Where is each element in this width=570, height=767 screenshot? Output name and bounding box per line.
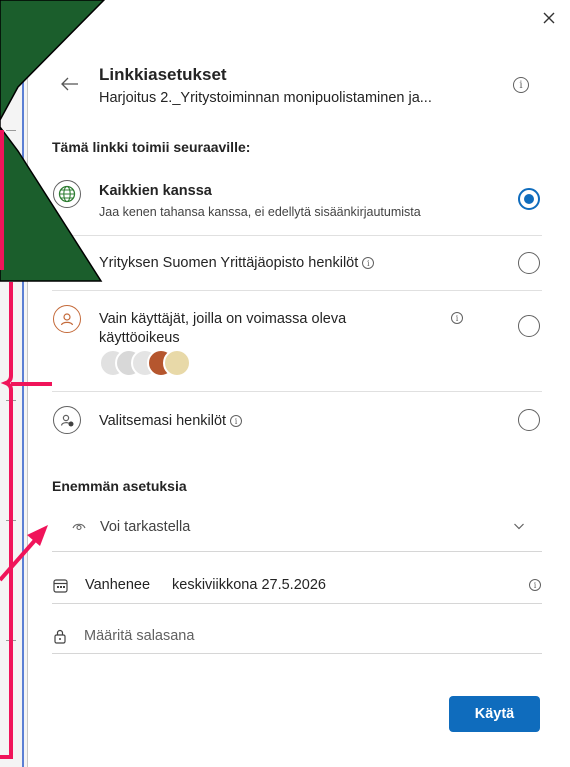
pink-bracket-annotation: [0, 282, 13, 759]
annotation-overlay: [0, 0, 106, 759]
pink-arrow-annotation: [0, 536, 39, 582]
green-triangle-annotation: [0, 0, 106, 282]
